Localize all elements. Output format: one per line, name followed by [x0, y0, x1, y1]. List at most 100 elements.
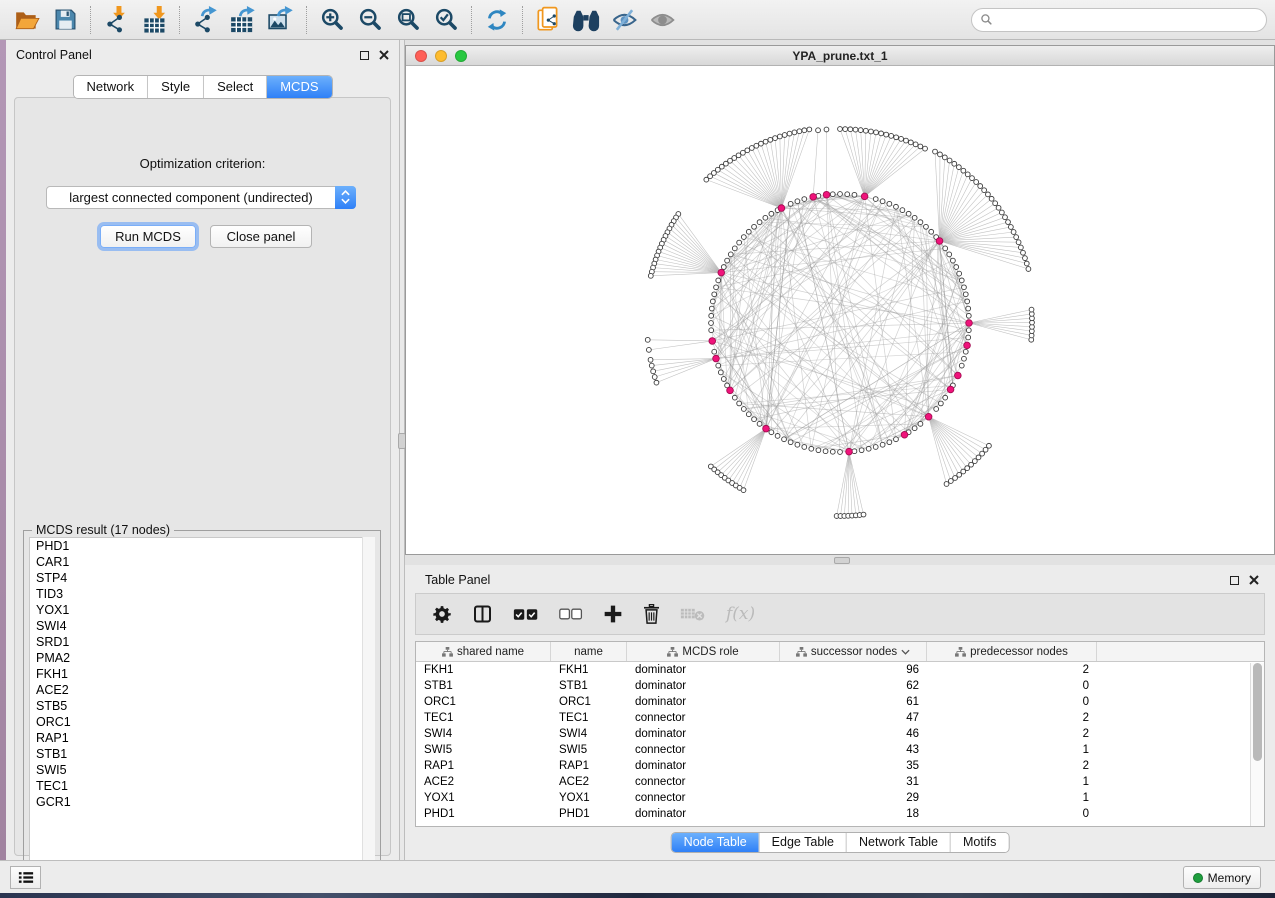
split-grip-horizontal-icon[interactable] — [834, 557, 850, 564]
graph-node[interactable] — [737, 401, 742, 406]
graph-leaf-node[interactable] — [1006, 220, 1011, 225]
graph-node[interactable] — [795, 442, 800, 447]
graph-node[interactable] — [963, 349, 968, 354]
graph-leaf-node[interactable] — [651, 369, 656, 374]
graph-node[interactable] — [737, 240, 742, 245]
close-panel-icon[interactable] — [379, 50, 389, 60]
graph-node[interactable] — [887, 440, 892, 445]
tab-network[interactable]: Network — [73, 76, 147, 98]
graph-node[interactable] — [873, 197, 878, 202]
mcds-result-item[interactable]: SWI4 — [30, 618, 374, 634]
graph-node[interactable] — [788, 201, 793, 206]
add-icon[interactable] — [603, 604, 623, 624]
graph-node[interactable] — [918, 421, 923, 426]
graph-node[interactable] — [757, 421, 762, 426]
graph-leaf-node[interactable] — [923, 146, 928, 151]
graph-leaf-node[interactable] — [938, 152, 943, 157]
graph-node[interactable] — [752, 224, 757, 229]
mcds-result-item[interactable]: ORC1 — [30, 714, 374, 730]
select-all-icon[interactable] — [513, 607, 539, 622]
graph-node[interactable] — [721, 377, 726, 382]
graph-node[interactable] — [887, 201, 892, 206]
graph-leaf-node[interactable] — [918, 144, 923, 149]
graph-node[interactable] — [966, 313, 971, 318]
graph-node[interactable] — [716, 278, 721, 283]
graph-node[interactable] — [957, 271, 962, 276]
optimization-criterion-select[interactable]: largest connected component (undirected) — [46, 186, 356, 209]
graph-hub-node[interactable] — [727, 387, 734, 394]
graph-node[interactable] — [716, 363, 721, 368]
graph-node[interactable] — [746, 412, 751, 417]
graph-leaf-node[interactable] — [970, 176, 975, 181]
graph-leaf-node[interactable] — [838, 127, 843, 132]
gear-icon[interactable] — [432, 604, 452, 624]
graph-leaf-node[interactable] — [1014, 235, 1019, 240]
graph-hub-node[interactable] — [713, 355, 720, 362]
graph-node[interactable] — [709, 321, 714, 326]
graph-leaf-node[interactable] — [648, 357, 653, 362]
columns-icon[interactable] — [472, 604, 493, 624]
graph-node[interactable] — [775, 434, 780, 439]
graph-leaf-node[interactable] — [874, 130, 879, 135]
zoom-out-icon[interactable] — [351, 4, 389, 36]
graph-leaf-node[interactable] — [654, 380, 659, 385]
graph-node[interactable] — [966, 328, 971, 333]
table-scrollbar[interactable] — [1250, 663, 1264, 826]
graph-leaf-node[interactable] — [645, 337, 650, 342]
graph-node[interactable] — [924, 224, 929, 229]
graph-leaf-node[interactable] — [944, 482, 949, 487]
network-canvas[interactable] — [406, 66, 1274, 554]
graph-leaf-node[interactable] — [999, 210, 1004, 215]
graph-hub-node[interactable] — [810, 194, 817, 201]
graph-leaf-node[interactable] — [894, 135, 899, 140]
graph-leaf-node[interactable] — [1026, 267, 1031, 272]
graph-leaf-node[interactable] — [1018, 245, 1023, 250]
graph-leaf-node[interactable] — [948, 479, 953, 484]
mcds-result-item[interactable]: TID3 — [30, 586, 374, 602]
graph-node[interactable] — [712, 349, 717, 354]
graph-leaf-node[interactable] — [974, 180, 979, 185]
graph-node[interactable] — [838, 192, 843, 197]
graph-node[interactable] — [721, 265, 726, 270]
search-box[interactable] — [971, 8, 1267, 32]
graph-leaf-node[interactable] — [879, 131, 884, 136]
graph-node[interactable] — [938, 401, 943, 406]
graph-leaf-node[interactable] — [884, 132, 889, 137]
graph-leaf-node[interactable] — [953, 476, 958, 481]
close-panel-button[interactable]: Close panel — [210, 225, 312, 248]
graph-leaf-node[interactable] — [824, 127, 829, 132]
graph-node[interactable] — [963, 292, 968, 297]
graph-hub-node[interactable] — [846, 448, 853, 455]
graph-leaf-node[interactable] — [1008, 225, 1013, 230]
mcds-result-item[interactable]: GCR1 — [30, 794, 374, 810]
graph-leaf-node[interactable] — [807, 127, 812, 132]
graph-node[interactable] — [894, 204, 899, 209]
graph-node[interactable] — [732, 395, 737, 400]
graph-node[interactable] — [852, 192, 857, 197]
graph-leaf-node[interactable] — [1024, 261, 1029, 266]
table-row[interactable]: SWI5SWI5connector431 — [416, 742, 1264, 758]
graph-leaf-node[interactable] — [996, 205, 1001, 210]
mcds-result-item[interactable]: SWI5 — [30, 762, 374, 778]
graph-node[interactable] — [894, 437, 899, 442]
graph-node[interactable] — [966, 306, 971, 311]
graph-leaf-node[interactable] — [802, 128, 807, 133]
tab-node-table[interactable]: Node Table — [672, 833, 759, 852]
graph-leaf-node[interactable] — [646, 347, 651, 352]
mcds-result-item[interactable]: RAP1 — [30, 730, 374, 746]
export-network-icon[interactable] — [186, 4, 224, 36]
tab-edge-table[interactable]: Edge Table — [759, 833, 846, 852]
graph-node[interactable] — [757, 220, 762, 225]
mcds-result-item[interactable]: STB5 — [30, 698, 374, 714]
graph-leaf-node[interactable] — [797, 129, 802, 134]
mcds-result-item[interactable]: STP4 — [30, 570, 374, 586]
run-mcds-button[interactable]: Run MCDS — [100, 225, 196, 248]
graph-node[interactable] — [809, 446, 814, 451]
graph-node[interactable] — [816, 448, 821, 453]
graph-node[interactable] — [709, 306, 714, 311]
graph-leaf-node[interactable] — [904, 138, 909, 143]
graph-node[interactable] — [880, 442, 885, 447]
graph-leaf-node[interactable] — [957, 472, 962, 477]
mcds-list-scrollbar[interactable] — [362, 537, 375, 891]
tab-style[interactable]: Style — [147, 76, 203, 98]
